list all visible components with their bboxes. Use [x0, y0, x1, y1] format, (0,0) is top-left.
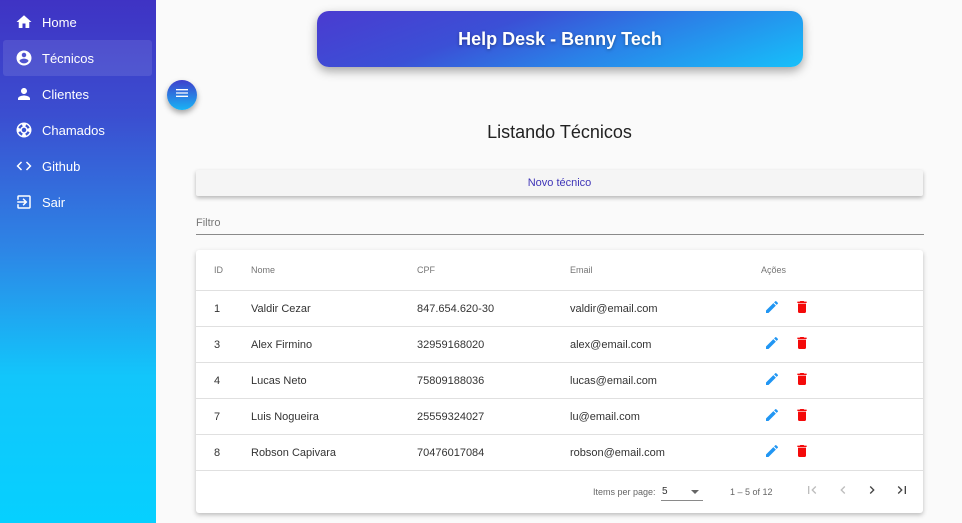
cell-actions — [761, 291, 813, 326]
delete-button[interactable] — [791, 406, 813, 428]
cell-cpf: 32959168020 — [417, 338, 485, 351]
cell-cpf: 75809188036 — [417, 374, 485, 387]
column-header-cpf[interactable]: CPF — [417, 250, 435, 290]
page-range-label: 1 – 5 of 12 — [730, 487, 773, 497]
cell-cpf: 847.654.620-30 — [417, 302, 495, 315]
first-page-icon — [804, 482, 820, 500]
delete-button[interactable] — [791, 442, 813, 464]
trash-icon — [794, 335, 810, 354]
person-icon — [15, 85, 33, 103]
edit-button[interactable] — [761, 334, 783, 356]
cell-email: lu@email.com — [570, 410, 640, 423]
lifebuoy-icon — [15, 121, 33, 139]
cell-name: Robson Capivara — [251, 446, 336, 459]
table-row: 3 Alex Firmino 32959168020 alex@email.co… — [196, 327, 923, 363]
last-page-icon — [894, 482, 910, 500]
column-header-id[interactable]: ID — [214, 250, 223, 290]
chevron-left-icon — [835, 482, 851, 500]
cell-id: 8 — [214, 446, 221, 459]
sidebar-item-github[interactable]: Github — [3, 148, 152, 184]
trash-icon — [794, 371, 810, 390]
home-icon — [15, 13, 33, 31]
dropdown-arrow-icon — [691, 490, 699, 494]
filter-input[interactable] — [196, 212, 924, 234]
cell-name: Lucas Neto — [251, 374, 307, 387]
previous-page-button[interactable] — [832, 480, 854, 502]
cell-name: Alex Firmino — [251, 338, 313, 351]
sidebar-item-label: Sair — [42, 194, 66, 210]
page-size-select[interactable]: 5 — [661, 481, 703, 501]
sidebar-item-label: Chamados — [42, 122, 105, 138]
sidebar-item-label: Clientes — [42, 86, 89, 102]
cell-actions — [761, 435, 813, 470]
cell-id: 1 — [214, 302, 221, 315]
edit-button[interactable] — [761, 442, 783, 464]
page-title: Listando Técnicos — [487, 122, 632, 142]
new-tecnico-button[interactable]: Novo técnico — [196, 170, 923, 196]
delete-button[interactable] — [791, 298, 813, 320]
account-circle-icon — [15, 49, 33, 67]
sidebar-item-chamados[interactable]: Chamados — [3, 112, 152, 148]
column-header-name[interactable]: Nome — [251, 250, 275, 290]
cell-id: 4 — [214, 374, 221, 387]
table-row: 1 Valdir Cezar 847.654.620-30 valdir@ema… — [196, 291, 923, 327]
pencil-icon — [764, 371, 780, 390]
table-row: 7 Luis Nogueira 25559324027 lu@email.com — [196, 399, 923, 435]
filter-field — [196, 212, 924, 235]
pencil-icon — [764, 407, 780, 426]
edit-button[interactable] — [761, 370, 783, 392]
pencil-icon — [764, 443, 780, 462]
cell-name: Valdir Cezar — [251, 302, 311, 315]
tecnicos-table: ID Nome CPF Email Ações 1 Valdir Cezar 8… — [196, 250, 923, 513]
cell-cpf: 70476017084 — [417, 446, 485, 459]
paginator: Items per page: 5 1 – 5 of 12 — [196, 471, 923, 513]
edit-button[interactable] — [761, 298, 783, 320]
app-header-banner: Help Desk - Benny Tech — [317, 11, 803, 67]
last-page-button[interactable] — [891, 480, 913, 502]
cell-email: valdir@email.com — [570, 302, 658, 315]
items-per-page-label: Items per page: — [593, 487, 656, 497]
logout-icon — [15, 193, 33, 211]
new-tecnico-button-label: Novo técnico — [527, 177, 592, 189]
pencil-icon — [764, 335, 780, 354]
trash-icon — [794, 299, 810, 318]
sidebar-item-home[interactable]: Home — [3, 4, 152, 40]
sidebar-item-label: Github — [42, 158, 81, 174]
chevron-right-icon — [864, 482, 880, 500]
next-page-button[interactable] — [861, 480, 883, 502]
page-size-value: 5 — [662, 486, 668, 497]
cell-id: 3 — [214, 338, 221, 351]
sidebar-item-label: Home — [42, 14, 77, 30]
trash-icon — [794, 443, 810, 462]
cell-cpf: 25559324027 — [417, 410, 485, 423]
sidebar-item-sair[interactable]: Sair — [3, 184, 152, 220]
sidebar-item-clientes[interactable]: Clientes — [3, 76, 152, 112]
table-header-row: ID Nome CPF Email Ações — [196, 250, 923, 291]
cell-name: Luis Nogueira — [251, 410, 319, 423]
menu-icon — [174, 85, 190, 106]
edit-button[interactable] — [761, 406, 783, 428]
sidebar: Home Técnicos Clientes Chamados Github S… — [0, 0, 156, 523]
cell-actions — [761, 363, 813, 398]
delete-button[interactable] — [791, 334, 813, 356]
sidebar-item-label: Técnicos — [42, 50, 95, 66]
cell-actions — [761, 399, 813, 434]
cell-email: lucas@email.com — [570, 374, 657, 387]
cell-actions — [761, 327, 813, 362]
cell-email: robson@email.com — [570, 446, 665, 459]
pencil-icon — [764, 299, 780, 318]
cell-id: 7 — [214, 410, 221, 423]
trash-icon — [794, 407, 810, 426]
column-header-actions: Ações — [761, 265, 787, 275]
sidebar-item-tecnicos[interactable]: Técnicos — [3, 40, 152, 76]
table-row: 8 Robson Capivara 70476017084 robson@ema… — [196, 435, 923, 471]
first-page-button[interactable] — [801, 480, 823, 502]
table-row: 4 Lucas Neto 75809188036 lucas@email.com — [196, 363, 923, 399]
column-header-email[interactable]: Email — [570, 250, 593, 290]
code-icon — [15, 157, 33, 175]
cell-email: alex@email.com — [570, 338, 652, 351]
menu-toggle-button[interactable] — [167, 80, 197, 110]
delete-button[interactable] — [791, 370, 813, 392]
app-title: Help Desk - Benny Tech — [458, 28, 662, 49]
